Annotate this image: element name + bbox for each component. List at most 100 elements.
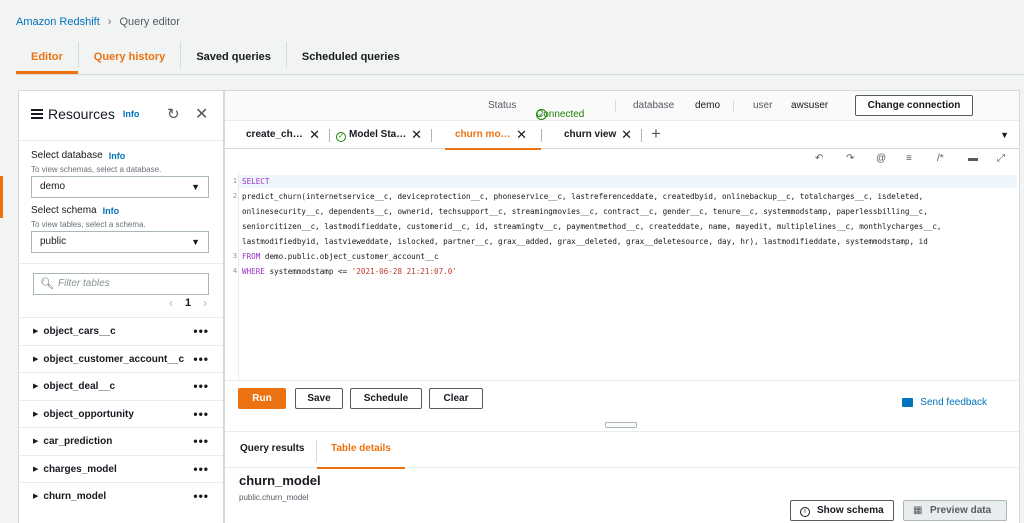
add-tab-icon[interactable]: +	[651, 124, 661, 144]
model-path: public.churn_model	[239, 493, 309, 502]
more-actions-icon[interactable]: •••	[193, 346, 209, 373]
connection-status-bar: Status ✓ Connected database demo user aws…	[225, 91, 1019, 121]
line-number: 1	[233, 177, 237, 185]
line-number: 4	[233, 267, 237, 275]
close-icon[interactable]: ✕	[621, 121, 632, 148]
database-select-value: demo	[40, 181, 66, 192]
table-row[interactable]: ▶ object_deal__c •••	[19, 372, 223, 400]
more-actions-icon[interactable]: •••	[193, 456, 209, 483]
table-row[interactable]: ▶ object_customer_account__c •••	[19, 344, 223, 373]
more-actions-icon[interactable]: •••	[193, 401, 209, 428]
query-tab[interactable]: create_ch… ✕	[246, 121, 320, 149]
tab-editor[interactable]: Editor	[16, 42, 79, 74]
database-select[interactable]: demo ▼	[31, 176, 209, 198]
caret-down-icon[interactable]: ▼	[1000, 130, 1009, 140]
undo-icon[interactable]: ↶	[815, 153, 823, 164]
search-icon: 🔍︎	[40, 278, 54, 290]
filter-tables-input[interactable]: 🔍︎ Filter tables	[33, 273, 209, 295]
tables-list: ▶ object_cars__c ••• ▶ object_customer_acco…	[19, 317, 223, 510]
schema-info-link[interactable]: Info	[103, 206, 120, 216]
fullscreen-icon[interactable]: ⤢	[997, 153, 1005, 164]
filter-tables-placeholder: Filter tables	[58, 278, 110, 289]
resources-title-text: Resources	[48, 106, 115, 122]
divider	[316, 440, 317, 462]
redo-icon[interactable]: ↷	[846, 153, 854, 164]
user-value: awsuser	[791, 100, 829, 111]
side-accent-bar	[0, 176, 3, 218]
sql-editor[interactable]: 1 SELECT 2 predict_churn(internetservice…	[225, 173, 1019, 380]
more-actions-icon[interactable]: •••	[193, 428, 209, 455]
breadcrumb: Amazon Redshift › Query editor	[16, 16, 180, 28]
close-icon[interactable]: ✕	[195, 104, 208, 124]
resize-handle[interactable]	[605, 422, 637, 428]
refresh-icon[interactable]: ↻	[167, 105, 180, 123]
run-button[interactable]: Run	[238, 388, 286, 409]
caret-right-icon: ▶	[33, 355, 39, 363]
change-connection-button[interactable]: Change connection	[855, 95, 973, 116]
breadcrumb-current: Query editor	[119, 16, 180, 28]
caret-right-icon: ▶	[33, 383, 39, 390]
chevron-left-icon[interactable]: ‹	[169, 296, 173, 310]
query-tab[interactable]: churn view ✕	[564, 121, 632, 149]
resources-panel: Resources Info ↻ ✕ Select database Info T…	[18, 90, 224, 523]
close-icon[interactable]: ✕	[411, 121, 422, 148]
code-line: seniorcitizen__c, lastmodifieddate, cust…	[242, 222, 942, 231]
preview-data-button[interactable]: ▦ Preview data	[903, 500, 1007, 521]
caret-right-icon: ▶	[33, 328, 39, 335]
table-row[interactable]: ▶ charges_model •••	[19, 454, 223, 483]
more-actions-icon[interactable]: •••	[193, 373, 209, 400]
at-sign-icon[interactable]: @	[876, 153, 886, 164]
more-actions-icon[interactable]: •••	[193, 483, 209, 510]
close-icon[interactable]: ✕	[309, 121, 320, 148]
code-line: lastmodifiedbyid, lastvieweddate, islock…	[242, 237, 928, 246]
caret-right-icon: ▶	[33, 465, 39, 473]
format-icon[interactable]: ≡	[906, 153, 912, 164]
tab-table-details[interactable]: Table details	[317, 432, 405, 469]
divider	[541, 129, 542, 142]
code-line: FROM demo.public.object_customer_account…	[242, 252, 439, 261]
query-tab-active[interactable]: churn mo… ✕	[445, 121, 541, 150]
send-feedback-link[interactable]: Send feedback	[902, 397, 987, 408]
save-button[interactable]: Save	[295, 388, 343, 409]
breadcrumb-link-redshift[interactable]: Amazon Redshift	[16, 16, 100, 28]
table-row[interactable]: ▶ car_prediction •••	[19, 427, 223, 455]
code-line: onlinesecurity__c, dependents__c, owneri…	[242, 207, 928, 216]
line-gutter	[225, 173, 239, 380]
more-actions-icon[interactable]: •••	[193, 318, 209, 345]
query-tabs: create_ch… ✕ ✓ Model Sta… ✕ churn mo… ✕ chur…	[225, 121, 1019, 150]
table-row[interactable]: ▶ churn_model •••	[19, 482, 223, 510]
table-row[interactable]: ▶ object_opportunity •••	[19, 399, 223, 428]
divider	[329, 129, 330, 142]
table-row[interactable]: ▶ object_cars__c •••	[19, 317, 223, 345]
list-icon	[31, 107, 43, 121]
resources-title: Resources Info	[31, 106, 139, 122]
pagination: ‹ 1 ›	[169, 296, 207, 310]
schema-select[interactable]: public ▼	[31, 231, 209, 253]
database-info-link[interactable]: Info	[109, 151, 126, 161]
schedule-button[interactable]: Schedule	[350, 388, 422, 409]
results-tabs: Query results Table details	[225, 431, 1019, 469]
query-tab[interactable]: ✓ Model Sta… ✕	[336, 121, 422, 149]
tab-query-results[interactable]: Query results	[240, 432, 304, 468]
page-number[interactable]: 1	[185, 297, 191, 309]
keyboard-icon[interactable]: ▬	[968, 153, 978, 164]
divider	[615, 100, 616, 112]
close-icon[interactable]: ✕	[516, 121, 527, 148]
comment-icon[interactable]: /*	[937, 153, 944, 164]
info-icon: i	[800, 501, 810, 520]
clear-button[interactable]: Clear	[429, 388, 483, 409]
resources-info-link[interactable]: Info	[123, 109, 140, 119]
caret-down-icon: ▼	[191, 237, 200, 247]
divider	[733, 100, 734, 112]
chevron-right-icon[interactable]: ›	[203, 296, 207, 310]
tab-saved-queries[interactable]: Saved queries	[181, 42, 287, 68]
status-label: Status	[488, 100, 517, 111]
resources-header: Resources Info ↻ ✕	[19, 91, 223, 141]
divider	[19, 263, 223, 264]
show-schema-button[interactable]: i Show schema	[790, 500, 894, 521]
check-circle-icon: ✓	[336, 132, 346, 142]
divider	[641, 129, 642, 142]
tab-query-history[interactable]: Query history	[79, 42, 182, 68]
tab-scheduled-queries[interactable]: Scheduled queries	[287, 42, 415, 68]
database-value: demo	[695, 100, 721, 111]
